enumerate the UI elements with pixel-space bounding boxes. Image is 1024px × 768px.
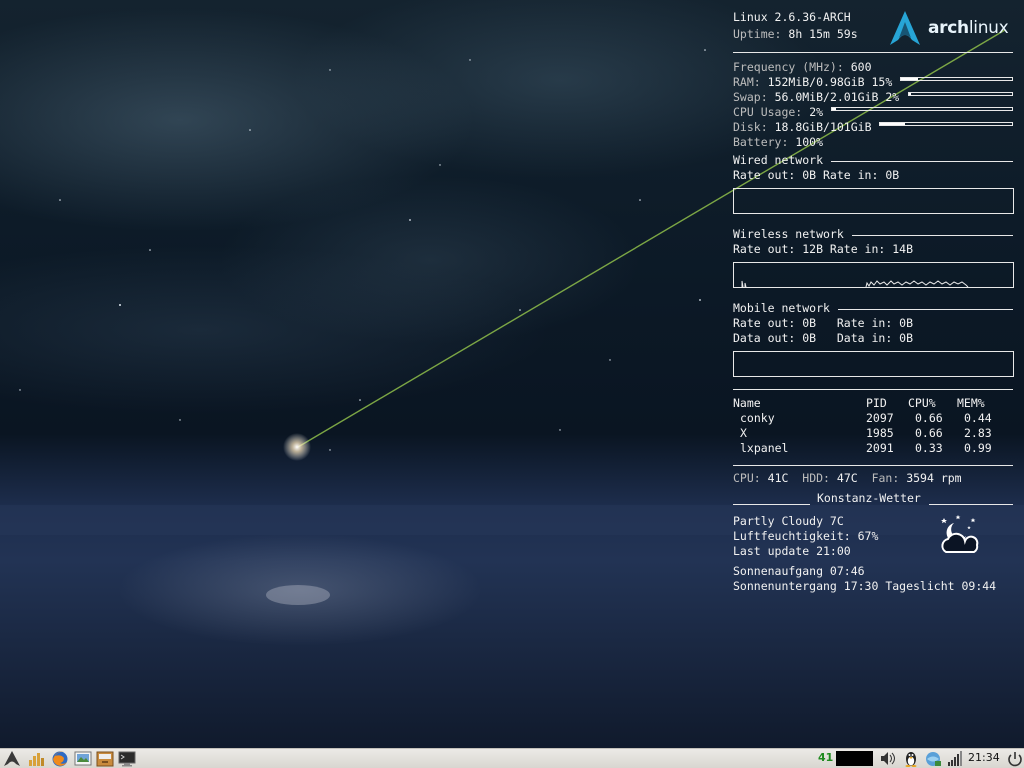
stars — [19, 49, 706, 451]
frequency-label: Frequency (MHz): — [733, 60, 844, 74]
disk-bar — [879, 122, 1013, 126]
divider — [852, 235, 1013, 236]
archlinux-logo-text: archlinux — [928, 18, 1009, 38]
divider — [733, 52, 1013, 53]
taskbar: 41 21:34 — [0, 748, 1024, 768]
ram-row: RAM: 152MiB/0.98GiB 15% — [733, 75, 892, 90]
process-pid: 2091 — [866, 441, 894, 455]
swap-bar — [908, 92, 1013, 96]
uptime-label: Uptime: — [733, 27, 782, 41]
mobile-network-title: Mobile network — [733, 301, 830, 315]
kernel-version: Linux 2.6.36-ARCH — [733, 10, 851, 24]
menu-icon[interactable] — [3, 750, 21, 767]
sunrise-time: Sonnenaufgang 07:46 — [733, 564, 865, 578]
disk-bar-fill — [880, 123, 906, 125]
sunset-daylight: Sonnenuntergang 17:30 Tageslicht 09:44 — [733, 579, 997, 593]
process-header-mem: MEM% — [957, 396, 985, 410]
cpu-value: 2% — [809, 105, 824, 119]
workspace-indicator[interactable]: 41 — [818, 751, 833, 764]
process-mem: 2.83 — [964, 426, 992, 440]
weather-last-update: Last update 21:00 — [733, 544, 851, 558]
logout-icon[interactable] — [1006, 750, 1024, 767]
archive-icon[interactable] — [96, 750, 114, 767]
process-cpu: 0.66 — [915, 426, 943, 440]
weather-title: Konstanz-Wetter — [817, 491, 921, 505]
divider — [733, 504, 810, 505]
cpu-monitor-graph[interactable] — [836, 751, 873, 766]
divider — [733, 465, 1013, 466]
hdd-temp-label: HDD: — [802, 471, 830, 485]
battery-value: 100% — [795, 135, 824, 149]
signal-icon[interactable] — [946, 750, 964, 767]
process-pid: 2097 — [866, 411, 894, 425]
mobile-rates: Rate out: 0B Rate in: 0B — [733, 316, 914, 330]
cpu-row: CPU Usage: 2% — [733, 105, 823, 120]
terminal-icon[interactable] — [118, 750, 136, 767]
disk-label: Disk: — [733, 120, 768, 134]
disk-value: 18.8GiB/101GiB — [774, 120, 872, 134]
process-name: X — [740, 426, 747, 440]
clock[interactable]: 21:34 — [968, 751, 1000, 764]
ram-bar — [900, 77, 1013, 81]
process-header-cpu: CPU% — [908, 396, 936, 410]
fan-label: Fan: — [871, 471, 900, 485]
wireless-rates: Rate out: 12B Rate in: 14B — [733, 242, 914, 256]
frequency-row: Frequency (MHz): 600 — [733, 60, 872, 75]
cpu-temp-label: CPU: — [733, 471, 761, 485]
wireless-network-graph — [733, 262, 1014, 288]
firefox-icon[interactable] — [51, 750, 69, 767]
ram-label: RAM: — [733, 75, 761, 89]
image-viewer-icon[interactable] — [74, 750, 92, 767]
cpu-label: CPU Usage: — [733, 105, 803, 119]
wireless-traffic-sparkline — [741, 280, 969, 288]
uptime-row: Uptime: 8h 15m 59s — [733, 27, 858, 42]
hdd-temp-value: 47C — [836, 471, 858, 485]
ram-value: 152MiB/0.98GiB 15% — [767, 75, 893, 89]
cpu-temp-value: 41C — [767, 471, 789, 485]
process-pid: 1985 — [866, 426, 894, 440]
comet-head — [283, 433, 311, 461]
wired-network-title: Wired network — [733, 153, 824, 167]
volume-icon[interactable] — [879, 750, 897, 767]
desktop-wallpaper: archlinux Linux 2.6.36-ARCH Uptime: 8h 1… — [0, 0, 1024, 748]
divider — [733, 389, 1013, 390]
cpu-bar-fill — [832, 108, 836, 110]
comet-reflection — [266, 585, 330, 605]
divider — [929, 504, 1013, 505]
disk-row: Disk: 18.8GiB/101GiB — [733, 120, 872, 135]
wireless-network-title: Wireless network — [733, 227, 844, 241]
uptime-value: 8h 15m 59s — [788, 27, 858, 41]
process-header-pid: PID — [866, 396, 887, 410]
swap-row: Swap: 56.0MiB/2.01GiB 2% — [733, 90, 899, 105]
battery-label: Battery: — [733, 135, 789, 149]
partly-cloudy-night-icon — [941, 515, 979, 553]
swap-value: 56.0MiB/2.01GiB 2% — [774, 90, 900, 104]
tux-icon[interactable] — [902, 750, 920, 767]
battery-row: Battery: 100% — [733, 135, 823, 150]
mobile-network-graph — [733, 351, 1014, 377]
mobile-data: Data out: 0B Data in: 0B — [733, 331, 914, 345]
cpu-bar — [831, 107, 1013, 111]
temperature-row: CPU: 41C HDD: 47C Fan: 3594 rpm — [733, 471, 962, 486]
process-mem: 0.99 — [964, 441, 992, 455]
process-name: lxpanel — [740, 441, 789, 455]
swap-label: Swap: — [733, 90, 768, 104]
process-header-name: Name — [733, 396, 761, 410]
process-cpu: 0.66 — [915, 411, 943, 425]
weather-condition: Partly Cloudy 7C — [733, 514, 844, 528]
swap-bar-fill — [909, 93, 912, 95]
wired-rates: Rate out: 0B Rate in: 0B — [733, 168, 900, 182]
files-icon[interactable] — [27, 750, 45, 767]
process-mem: 0.44 — [964, 411, 992, 425]
process-name: conky — [740, 411, 775, 425]
ram-bar-fill — [901, 78, 918, 80]
divider — [838, 309, 1013, 310]
frequency-value: 600 — [850, 60, 872, 74]
divider — [831, 161, 1013, 162]
wired-network-graph — [733, 188, 1014, 214]
process-cpu: 0.33 — [915, 441, 943, 455]
network-manager-icon[interactable] — [924, 750, 942, 767]
fan-value: 3594 rpm — [906, 471, 962, 485]
weather-humidity: Luftfeuchtigkeit: 67% — [733, 529, 879, 543]
